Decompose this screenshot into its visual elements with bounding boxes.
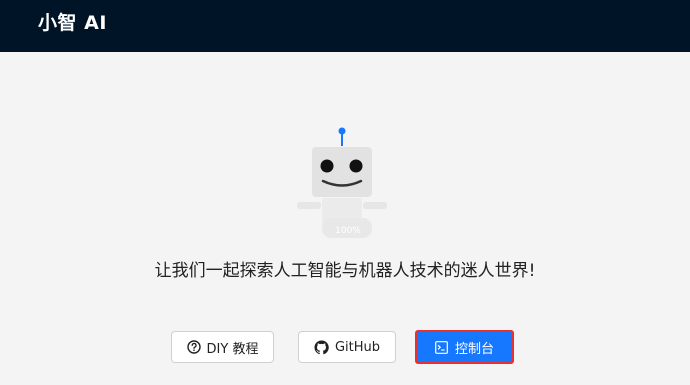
- console-button[interactable]: 控制台: [415, 330, 514, 364]
- help-circle-icon: [186, 340, 201, 354]
- github-icon: [314, 339, 329, 354]
- robot-badge-text: 100%: [335, 226, 361, 236]
- console-label: 控制台: [454, 341, 494, 357]
- top-navbar: 小智 AI: [0, 0, 690, 52]
- hero-tagline: 让我们一起探索人工智能与机器人技术的迷人世界!: [154, 261, 536, 281]
- terminal-icon: [435, 340, 448, 354]
- diy-tutorial-label: DIY 教程: [206, 341, 259, 357]
- robot-illustration: 100%: [297, 127, 387, 238]
- diy-tutorial-button[interactable]: DIY 教程: [171, 331, 274, 363]
- brand-title: 小智 AI: [38, 11, 107, 34]
- github-button[interactable]: GitHub: [298, 331, 396, 363]
- github-label: GitHub: [334, 339, 381, 355]
